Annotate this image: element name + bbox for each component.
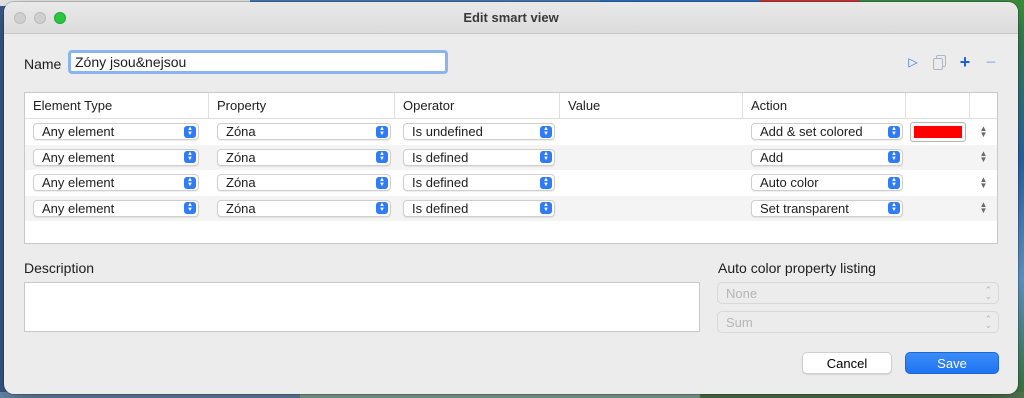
copy-icon[interactable] <box>932 54 946 70</box>
chevron-updown-icon: ▲ ▼ <box>184 202 196 215</box>
auto-color-aggregate-select: Sum ⌃ ⌄ <box>717 311 999 333</box>
action-select[interactable]: Add ▲ ▼ <box>751 148 903 166</box>
window-title: Edit smart view <box>463 10 559 25</box>
operator-select[interactable]: Is defined ▲ ▼ <box>403 174 555 192</box>
minus-icon[interactable]: − <box>984 52 998 72</box>
description-label: Description <box>24 260 95 276</box>
reorder-handle-icon[interactable]: ▲ ▼ <box>970 150 997 164</box>
operator-select[interactable]: Is defined ▲ ▼ <box>403 148 555 166</box>
auto-color-label: Auto color property listing <box>718 260 876 276</box>
reorder-handle-icon[interactable]: ▲ ▼ <box>970 175 997 189</box>
save-button[interactable]: Save <box>905 352 999 374</box>
reorder-handle-icon[interactable]: ▲ ▼ <box>970 201 997 215</box>
property-select[interactable]: Zóna ▲ ▼ <box>217 148 391 166</box>
minimize-window-button[interactable] <box>34 12 46 24</box>
chevron-updown-icon: ▲ ▼ <box>540 151 552 164</box>
chevron-updown-icon: ▲ ▼ <box>184 125 196 138</box>
table-row: Any element ▲ ▼ Zóna ▲ ▼ Is defined ▲ ▼ Auto c… <box>25 170 997 196</box>
rules-table: Element Type Property Operator Value Act… <box>24 92 998 244</box>
close-window-button[interactable] <box>14 12 26 24</box>
chevron-updown-icon: ▲ ▼ <box>184 176 196 189</box>
chevron-updown-icon: ▲ ▼ <box>184 151 196 164</box>
operator-select[interactable]: Is undefined ▲ ▼ <box>403 123 555 141</box>
rule-toolbar: ▷ + − <box>906 52 998 72</box>
element-type-select[interactable]: Any element ▲ ▼ <box>33 174 199 192</box>
color-cell-empty <box>906 196 970 222</box>
chevron-updown-icon: ▲ ▼ <box>540 125 552 138</box>
header-color <box>906 93 970 119</box>
property-select[interactable]: Zóna ▲ ▼ <box>217 174 391 192</box>
edit-smart-view-dialog: Edit smart view Name ▷ + − Element Type … <box>4 2 1018 394</box>
element-type-select[interactable]: Any element ▲ ▼ <box>33 148 199 166</box>
header-reorder <box>970 93 997 119</box>
chevron-updown-icon: ▲ ▼ <box>888 125 900 138</box>
color-swatch <box>914 125 962 138</box>
color-well[interactable] <box>910 121 966 142</box>
chevron-updown-icon: ▲ ▼ <box>888 202 900 215</box>
auto-color-property-select: None ⌃ ⌄ <box>717 282 999 304</box>
chevron-updown-icon: ▲ ▼ <box>888 151 900 164</box>
element-type-select[interactable]: Any element ▲ ▼ <box>33 199 199 217</box>
property-select[interactable]: Zóna ▲ ▼ <box>217 199 391 217</box>
action-select[interactable]: Set transparent ▲ ▼ <box>751 199 903 217</box>
reorder-handle-icon[interactable]: ▲ ▼ <box>970 124 997 138</box>
plus-icon[interactable]: + <box>958 52 972 72</box>
value-cell[interactable] <box>560 119 743 145</box>
element-type-select[interactable]: Any element ▲ ▼ <box>33 123 199 141</box>
operator-select[interactable]: Is defined ▲ ▼ <box>403 199 555 217</box>
zoom-window-button[interactable] <box>54 12 66 24</box>
header-action[interactable]: Action <box>743 93 906 119</box>
chevron-updown-icon: ⌃ ⌄ <box>984 285 992 301</box>
chevron-updown-icon: ▲ ▼ <box>376 125 388 138</box>
color-cell-empty <box>906 145 970 171</box>
play-icon[interactable]: ▷ <box>906 54 920 70</box>
cancel-button[interactable]: Cancel <box>802 352 892 374</box>
value-cell[interactable] <box>560 170 743 196</box>
table-row: Any element ▲ ▼ Zóna ▲ ▼ Is defined ▲ ▼ Add ▲ ▼ … <box>25 144 997 171</box>
table-header: Element Type Property Operator Value Act… <box>25 93 997 119</box>
chevron-updown-icon: ⌃ ⌄ <box>984 314 992 330</box>
title-bar: Edit smart view <box>4 2 1018 34</box>
chevron-updown-icon: ▲ ▼ <box>376 202 388 215</box>
color-cell-empty <box>906 170 970 196</box>
window-controls <box>14 12 66 24</box>
table-row: Any element ▲ ▼ Zóna ▲ ▼ Is undefined ▲ ▼ Add … <box>25 119 997 145</box>
chevron-updown-icon: ▲ ▼ <box>888 176 900 189</box>
action-select[interactable]: Add & set colored ▲ ▼ <box>751 123 903 141</box>
name-input[interactable] <box>68 50 448 74</box>
header-operator[interactable]: Operator <box>395 93 560 119</box>
table-row: Any element ▲ ▼ Zóna ▲ ▼ Is defined ▲ ▼ Set tr… <box>25 195 997 222</box>
chevron-updown-icon: ▲ ▼ <box>540 202 552 215</box>
header-value[interactable]: Value <box>560 93 743 119</box>
chevron-updown-icon: ▲ ▼ <box>540 176 552 189</box>
header-element-type[interactable]: Element Type <box>25 93 209 119</box>
value-cell[interactable] <box>560 196 743 222</box>
name-label: Name <box>24 56 62 72</box>
header-property[interactable]: Property <box>209 93 395 119</box>
action-select[interactable]: Auto color ▲ ▼ <box>751 174 903 192</box>
property-select[interactable]: Zóna ▲ ▼ <box>217 123 391 141</box>
description-textarea[interactable] <box>24 282 700 332</box>
chevron-updown-icon: ▲ ▼ <box>376 151 388 164</box>
chevron-updown-icon: ▲ ▼ <box>376 176 388 189</box>
value-cell[interactable] <box>560 145 743 171</box>
